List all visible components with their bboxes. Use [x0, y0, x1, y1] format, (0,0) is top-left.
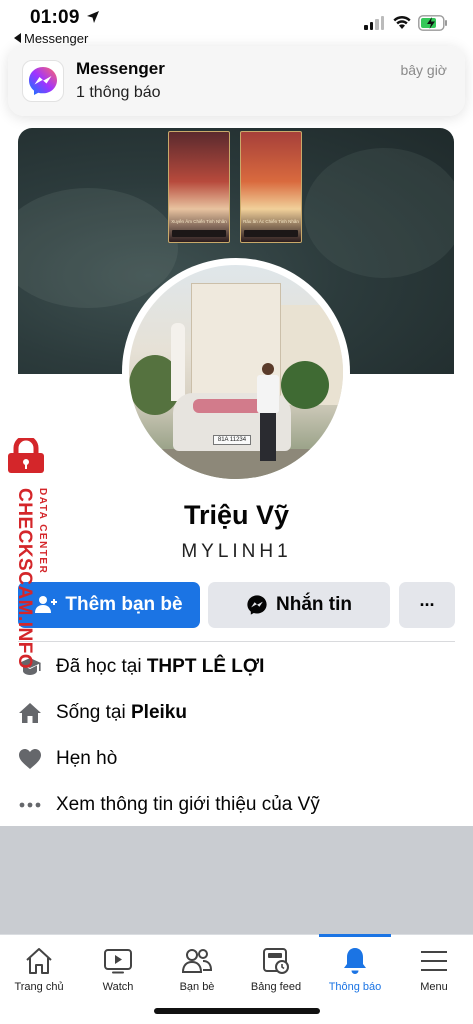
hamburger-menu-icon [420, 945, 448, 977]
messenger-icon [247, 595, 267, 615]
cover-smoke [18, 188, 178, 308]
tab-watch[interactable]: Watch [79, 935, 157, 1005]
profile-name: Triệu Vỹ [183, 500, 290, 530]
tab-feeds[interactable]: Bảng feed [237, 935, 315, 1005]
card-name: Ráu ăn Ác Chiến Tinh Nhân [243, 219, 299, 224]
card-stats-bar [172, 230, 226, 237]
card-name: Xuyên Âm Chiến Tinh Nhân [171, 219, 227, 224]
person [257, 363, 279, 463]
back-to-app-link[interactable]: Messenger [14, 31, 88, 46]
add-friend-label: Thêm bạn bè [65, 594, 183, 615]
tab-label: Bảng feed [250, 981, 302, 993]
lock-icon [8, 438, 44, 473]
home-indicator[interactable] [154, 1008, 320, 1014]
intro-education[interactable]: Đã học tại THPT LÊ LỢI [18, 651, 458, 683]
notification-title: Messenger [76, 59, 165, 78]
cellular-signal-icon [364, 16, 384, 30]
home-icon [18, 701, 42, 725]
cover-smoke [304, 148, 454, 278]
tab-friends[interactable]: Bạn bè [158, 935, 236, 1005]
tab-label: Trang chủ [14, 981, 64, 993]
watch-play-icon [103, 945, 133, 977]
notification-banner[interactable]: Messenger 1 thông báo bây giờ [8, 46, 465, 116]
watermark: CHECKSCAM.INFO DATA CENTER [2, 438, 50, 669]
card-stats-bar [244, 230, 298, 237]
watermark-brand: CHECKSCAM.INFO [14, 488, 35, 670]
more-dots-icon: ··· [419, 594, 436, 615]
tab-home[interactable]: Trang chủ [0, 935, 78, 1005]
content-separator [0, 826, 473, 934]
back-arrow-icon [14, 33, 21, 43]
lives-prefix: Sống tại [56, 702, 131, 723]
tab-notifications[interactable]: Thông báo [316, 934, 394, 1005]
profile-avatar[interactable]: 81A 11234 [122, 258, 350, 486]
tab-label: Bạn bè [179, 981, 215, 993]
section-divider [18, 641, 455, 642]
location-arrow-icon [87, 11, 99, 23]
lives-city: Pleiku [131, 702, 187, 723]
see-about-label: Xem thông tin giới thiệu của Vỹ [56, 794, 320, 815]
intro-dating[interactable]: Hẹn hò [18, 743, 458, 775]
ground [129, 449, 343, 479]
back-app-label: Messenger [24, 31, 89, 46]
avatar-photo: 81A 11234 [129, 265, 343, 479]
more-options-button[interactable]: ··· [399, 582, 455, 628]
education-prefix: Đã học tại [56, 656, 147, 677]
tab-label: Watch [102, 981, 134, 993]
feeds-icon [261, 945, 291, 977]
statue [171, 323, 185, 401]
status-bar: 01:09 Messenger [0, 0, 473, 52]
wifi-icon [393, 15, 411, 29]
notification-body: 1 thông báo [76, 84, 161, 101]
flowers [193, 399, 263, 413]
tab-label: Thông báo [328, 981, 382, 993]
game-skin-card: Ráu ăn Ác Chiến Tinh Nhân [240, 131, 302, 243]
tab-label: Menu [420, 981, 448, 993]
notification-time: bây giờ [400, 62, 447, 78]
home-icon [24, 945, 54, 977]
education-school: THPT LÊ LỢI [146, 656, 265, 677]
status-time: 01:09 [30, 7, 80, 28]
messenger-logo-icon [22, 60, 64, 102]
watermark-tagline: DATA CENTER [37, 488, 48, 575]
intro-see-about[interactable]: Xem thông tin giới thiệu của Vỹ [18, 789, 458, 821]
dating-label: Hẹn hò [56, 748, 118, 769]
heart-icon [18, 747, 42, 771]
message-label: Nhắn tin [276, 594, 352, 615]
bell-icon [341, 945, 369, 977]
battery-charging-icon [418, 15, 447, 31]
profile-alternate-name: MYLINH1 [181, 541, 292, 562]
intro-lives-in[interactable]: Sống tại Pleiku [18, 697, 458, 729]
more-dots-icon [18, 793, 42, 817]
tab-menu[interactable]: Menu [395, 935, 473, 1005]
game-skin-card: Xuyên Âm Chiến Tinh Nhân [168, 131, 230, 243]
friends-icon [181, 945, 213, 977]
license-plate: 81A 11234 [213, 435, 251, 445]
message-button[interactable]: Nhắn tin [208, 582, 390, 628]
